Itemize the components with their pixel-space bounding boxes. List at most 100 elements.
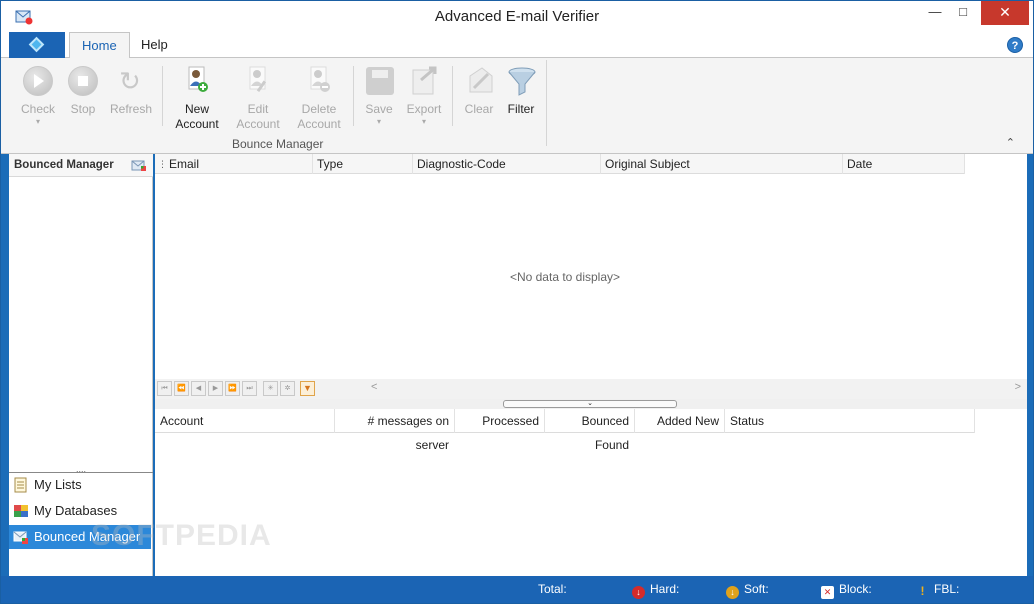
hard-bounce-icon: ↓: [632, 586, 645, 599]
play-icon: [22, 64, 54, 98]
ribbon-separator: [353, 66, 354, 126]
edit-account-label-line2: Account: [236, 117, 280, 131]
column-header-diagnostic-code[interactable]: Diagnostic-Code: [413, 154, 601, 174]
column-header-added-new[interactable]: Added New: [635, 409, 725, 433]
window-title: Advanced E-mail Verifier: [434, 8, 600, 25]
empty-grid-message: <No data to display>: [509, 270, 621, 284]
save-dropdown-icon[interactable]: ▾: [355, 117, 403, 127]
delete-account-icon: [303, 64, 335, 98]
collapse-ribbon-icon[interactable]: ⌃: [1006, 136, 1015, 149]
ribbon-tab-row: Home Help ?: [1, 32, 1033, 59]
refresh-button[interactable]: ↻ Refresh: [107, 64, 155, 117]
save-disk-icon: [363, 64, 395, 98]
clear-label: Clear: [464, 102, 494, 116]
block-icon: ✕: [821, 586, 834, 599]
next-record-button[interactable]: ▶: [208, 381, 223, 396]
column-header-original-subject[interactable]: Original Subject: [601, 154, 843, 174]
edit-account-button[interactable]: Edit Account: [234, 64, 282, 132]
bounced-emails-grid: ⋮ Email Type Diagnostic-Code Original Su…: [155, 154, 1027, 399]
filter-icon[interactable]: ▼: [300, 381, 315, 396]
last-page-button[interactable]: ⏭: [242, 381, 257, 396]
filter-button[interactable]: Filter: [497, 64, 545, 117]
column-header-processed[interactable]: Processed: [455, 409, 545, 433]
ribbon: Check ▾ Stop ↻ Refresh New Account Edit …: [1, 58, 1033, 154]
ribbon-group-label: Bounce Manager: [232, 137, 324, 151]
prev-page-button[interactable]: ⏪: [174, 381, 189, 396]
first-page-button[interactable]: ⏮: [157, 381, 172, 396]
bounced-mail-icon: [131, 160, 146, 171]
export-label: Export: [406, 102, 442, 116]
scroll-right-icon[interactable]: >: [1015, 381, 1021, 393]
new-account-label-line1: New: [184, 102, 209, 116]
grid-header: ⋮ Email Type Diagnostic-Code Original Su…: [155, 154, 965, 174]
clear-icon: [463, 64, 495, 98]
status-block: ✕ Block:: [821, 581, 872, 599]
column-chooser-icon[interactable]: ⋮: [158, 154, 167, 174]
grid-splitter[interactable]: ⌄: [155, 399, 1027, 409]
column-header-status[interactable]: Status: [725, 409, 975, 433]
scroll-left-icon[interactable]: <: [371, 381, 377, 393]
app-menu-icon: [28, 36, 45, 53]
title-bar: Advanced E-mail Verifier — □ ✕: [1, 1, 1033, 32]
navigation-panel-title: Bounced Manager: [14, 159, 114, 171]
ribbon-separator: [546, 60, 547, 146]
column-header-date[interactable]: Date: [843, 154, 965, 174]
next-page-button[interactable]: ⏩: [225, 381, 240, 396]
bounced-mail-icon: [13, 531, 28, 544]
export-dropdown-icon[interactable]: ▾: [400, 117, 448, 127]
tab-help[interactable]: Help: [129, 32, 180, 59]
check-dropdown-icon[interactable]: ▾: [14, 117, 62, 127]
close-button[interactable]: ✕: [981, 1, 1029, 25]
delete-account-label-line1: Delete: [301, 102, 337, 116]
new-account-button[interactable]: New Account: [173, 64, 221, 132]
column-header-account[interactable]: Account: [155, 409, 335, 433]
maximize-button[interactable]: □: [949, 1, 977, 25]
ribbon-separator: [452, 66, 453, 126]
nav-item-label: My Lists: [34, 477, 82, 492]
database-icon: [14, 505, 28, 517]
nav-item-my-lists[interactable]: My Lists: [9, 473, 151, 497]
export-icon: [408, 64, 440, 98]
append-record-button[interactable]: ✳: [263, 381, 278, 396]
stop-label: Stop: [70, 102, 96, 116]
stop-button[interactable]: Stop: [59, 64, 107, 117]
check-label: Check: [20, 102, 55, 116]
stop-icon: [67, 64, 99, 98]
soft-bounce-icon: ↓: [726, 586, 739, 599]
status-bar: Total: ↓ Hard: ↓ Soft: ✕ Block: ! FBL:: [1, 576, 1033, 603]
status-fbl: ! FBL:: [916, 581, 960, 598]
column-header-bounced-found[interactable]: Bounced Found: [545, 409, 635, 452]
minimize-button[interactable]: —: [921, 1, 949, 25]
edit-account-label-line1: Edit: [247, 102, 269, 116]
app-window: Advanced E-mail Verifier — □ ✕ Home Help…: [0, 0, 1034, 604]
nav-item-label: My Databases: [34, 503, 118, 518]
refresh-label: Refresh: [109, 102, 153, 116]
column-header-messages-on-server[interactable]: # messages on server: [335, 409, 455, 452]
prev-record-button[interactable]: ◀: [191, 381, 206, 396]
remove-record-button[interactable]: ✲: [280, 381, 295, 396]
save-label: Save: [365, 102, 393, 116]
delete-account-button[interactable]: Delete Account: [295, 64, 343, 132]
column-header-email[interactable]: ⋮ Email: [155, 154, 313, 174]
navigation-panel: Bounced Manager .... My Lists My Databas…: [9, 154, 153, 576]
navigation-panel-header: Bounced Manager: [9, 154, 153, 177]
new-account-label-line2: Account: [175, 117, 219, 131]
edit-account-icon: [242, 64, 274, 98]
warning-icon: !: [920, 584, 925, 598]
filter-label: Filter: [507, 102, 535, 116]
refresh-icon: ↻: [119, 66, 141, 96]
tab-home[interactable]: Home: [69, 32, 130, 59]
clear-button[interactable]: Clear: [455, 64, 503, 117]
status-total: Total:: [538, 582, 567, 596]
export-button[interactable]: Export ▾: [400, 64, 448, 127]
help-icon[interactable]: ?: [1007, 37, 1023, 53]
splitter-handle[interactable]: ⌄: [503, 400, 677, 408]
save-button[interactable]: Save ▾: [355, 64, 403, 127]
status-soft: ↓ Soft:: [726, 581, 769, 599]
application-menu-button[interactable]: [9, 32, 65, 58]
check-button[interactable]: Check ▾: [14, 64, 62, 127]
accounts-grid: Account # messages on server Processed B…: [155, 409, 1027, 576]
watermark: SOFTPEDIA: [91, 519, 272, 552]
column-header-type[interactable]: Type: [313, 154, 413, 174]
new-account-icon: [181, 64, 213, 98]
